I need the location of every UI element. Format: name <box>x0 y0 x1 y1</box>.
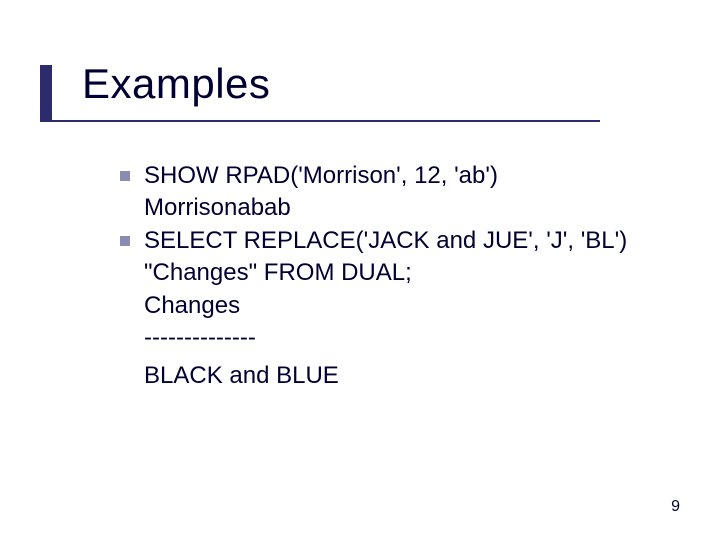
body-line: -------------- <box>120 322 670 354</box>
square-bullet-icon <box>120 171 130 181</box>
title-accent-bar <box>40 65 52 120</box>
body-line: BLACK and BLUE <box>120 360 670 392</box>
slide-body: SHOW RPAD('Morrison', 12, 'ab') Morrison… <box>120 160 670 393</box>
body-text: SHOW RPAD('Morrison', 12, 'ab') <box>144 160 498 192</box>
body-text: Changes <box>144 290 240 322</box>
bullet-line: SHOW RPAD('Morrison', 12, 'ab') <box>120 160 670 192</box>
title-underline <box>40 120 600 122</box>
body-text: Morrisonabab <box>144 192 291 224</box>
body-line: Morrisonabab <box>120 192 670 224</box>
body-text: SELECT REPLACE('JACK and JUE', 'J', 'BL'… <box>144 225 627 257</box>
slide-title: Examples <box>82 60 660 112</box>
page-number: 9 <box>671 498 680 516</box>
body-text: "Changes" FROM DUAL; <box>144 257 412 289</box>
body-text: BLACK and BLUE <box>144 360 339 392</box>
body-line: "Changes" FROM DUAL; <box>120 257 670 289</box>
body-line: Changes <box>120 290 670 322</box>
square-bullet-icon <box>120 236 130 246</box>
title-block: Examples <box>82 60 660 112</box>
bullet-line: SELECT REPLACE('JACK and JUE', 'J', 'BL'… <box>120 225 670 257</box>
body-text: -------------- <box>144 322 256 354</box>
slide: { "title": "Examples", "lines": { "l1": … <box>0 0 720 540</box>
